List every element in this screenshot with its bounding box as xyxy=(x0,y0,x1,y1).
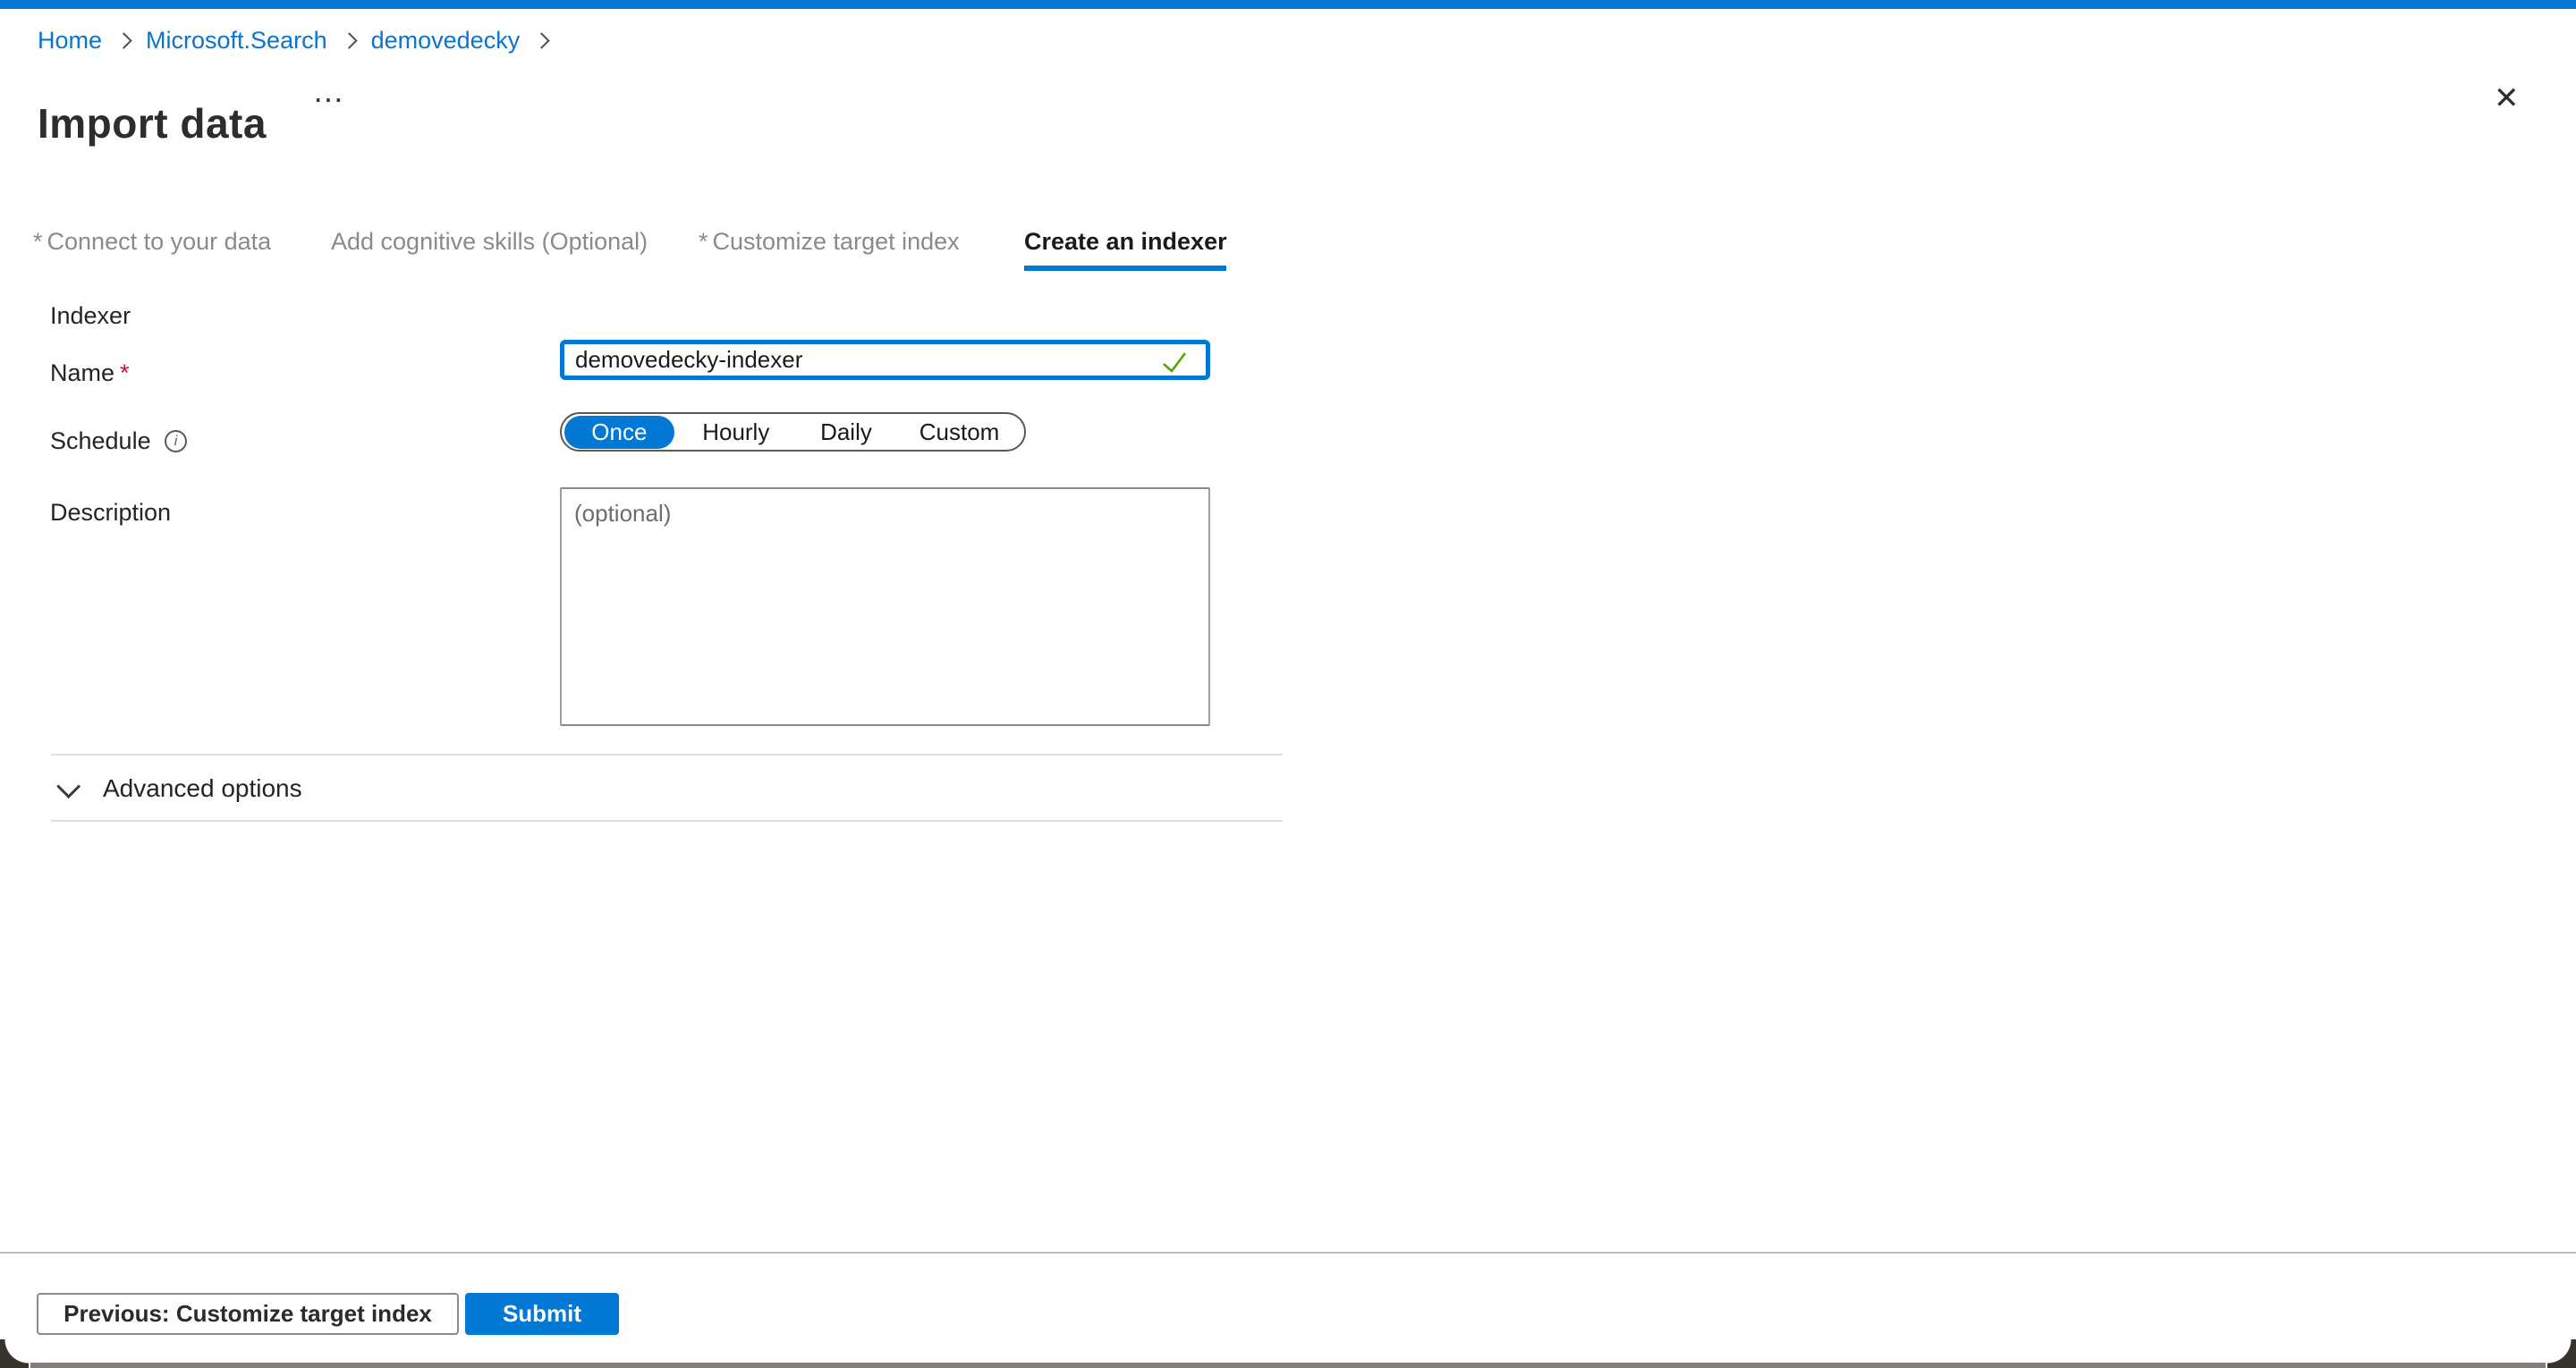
close-icon[interactable]: ✕ xyxy=(2494,80,2520,116)
schedule-segmented-control: Once Hourly Daily Custom xyxy=(560,412,1026,452)
breadcrumb-service-link[interactable]: Microsoft.Search xyxy=(146,27,327,55)
chevron-right-icon xyxy=(534,32,550,48)
top-accent-bar xyxy=(0,0,2576,9)
more-options-icon[interactable]: ⋯ xyxy=(313,82,346,118)
advanced-options-toggle[interactable]: Advanced options xyxy=(63,767,302,810)
divider xyxy=(51,754,1283,756)
schedule-field-label: Schedule xyxy=(50,427,151,455)
description-textarea[interactable] xyxy=(560,487,1210,726)
advanced-options-label: Advanced options xyxy=(103,774,302,803)
description-field-label: Description xyxy=(50,499,171,527)
indexer-name-input[interactable] xyxy=(560,340,1210,380)
previous-step-button[interactable]: Previous: Customize target index xyxy=(37,1293,459,1335)
divider xyxy=(51,820,1283,822)
breadcrumb-resource-link[interactable]: demovedecky xyxy=(371,27,521,55)
tab-label: Customize target index xyxy=(713,228,960,255)
tab-add-cognitive-skills[interactable]: Add cognitive skills (Optional) xyxy=(331,225,648,258)
tab-create-an-indexer[interactable]: Create an indexer xyxy=(1024,225,1227,258)
required-asterisk: * xyxy=(120,359,130,386)
submit-button[interactable]: Submit xyxy=(465,1293,619,1335)
chevron-down-icon xyxy=(56,774,80,798)
schedule-option-custom[interactable]: Custom xyxy=(894,416,1024,448)
active-tab-underline xyxy=(1024,266,1226,271)
tab-label: Add cognitive skills (Optional) xyxy=(331,228,648,255)
info-icon[interactable]: i xyxy=(165,430,187,452)
chevron-right-icon xyxy=(115,32,131,48)
indexer-section-heading: Indexer xyxy=(50,302,131,330)
tab-label: Create an indexer xyxy=(1024,228,1227,255)
screen-bottom-edge xyxy=(30,1363,2546,1368)
schedule-option-once[interactable]: Once xyxy=(564,416,674,449)
breadcrumb-home-link[interactable]: Home xyxy=(38,27,102,55)
screen-corner-left xyxy=(0,1339,29,1368)
breadcrumb: Home Microsoft.Search demovedecky xyxy=(38,27,549,55)
tab-connect-to-your-data[interactable]: *Connect to your data xyxy=(33,225,271,258)
schedule-option-daily[interactable]: Daily xyxy=(798,416,894,448)
tab-label: Connect to your data xyxy=(47,228,272,255)
chevron-right-icon xyxy=(341,32,357,48)
name-label-text: Name xyxy=(50,359,114,386)
screen-corner-right xyxy=(2547,1339,2576,1368)
footer-divider xyxy=(0,1252,2576,1254)
required-marker: * xyxy=(699,228,708,255)
name-field-label: Name* xyxy=(50,359,130,387)
schedule-option-hourly[interactable]: Hourly xyxy=(674,416,798,448)
tab-customize-target-index[interactable]: *Customize target index xyxy=(699,225,960,258)
valid-check-icon xyxy=(1161,349,1188,376)
page-title: Import data xyxy=(38,99,267,148)
required-marker: * xyxy=(33,228,43,255)
